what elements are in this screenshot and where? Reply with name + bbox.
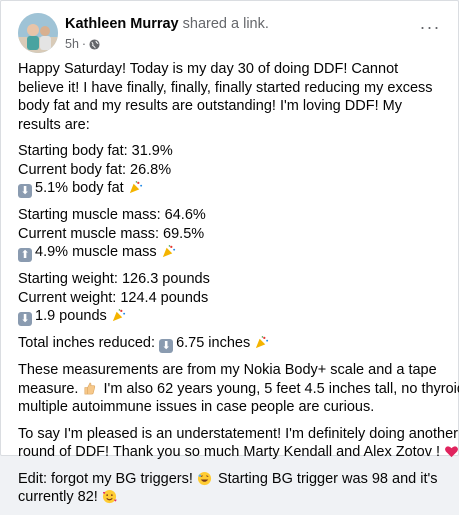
weight-change: ⬇ 1.9 pounds [18, 307, 443, 326]
measure-line-2: measure. [18, 380, 79, 397]
author-name[interactable]: Kathleen Murray [65, 16, 179, 32]
inches-label: Total inches reduced: [18, 335, 156, 351]
party-popper-icon [129, 181, 142, 194]
inches-block: Total inches reduced: ⬇ 6.75 inches [18, 334, 443, 353]
weight-current: Current weight: 124.4 pounds [18, 289, 209, 306]
weight-start: Starting weight: 126.3 pounds [18, 271, 210, 287]
body-fat-change-text: 5.1% body fat [35, 180, 124, 196]
inches-value: 6.75 inches [176, 335, 251, 351]
measure-line-4: multiple autoimmune issues in case peopl… [18, 399, 375, 415]
weight-change-text: 1.9 pounds [35, 308, 107, 324]
post-card: Kathleen Murray shared a link. 5h · ··· … [0, 0, 459, 505]
avatar[interactable] [18, 13, 58, 53]
more-options-button[interactable]: ··· [416, 13, 444, 41]
intro-paragraph: Happy Saturday! Today is my day 30 of do… [18, 61, 433, 133]
thumbs-up-icon [85, 382, 96, 394]
down-arrow-icon: ⬇ [18, 184, 32, 198]
muscle-block: Starting muscle mass: 64.6% Current musc… [18, 206, 443, 262]
party-popper-icon [162, 245, 175, 258]
post-timestamp[interactable]: 5h [65, 37, 79, 51]
party-popper-icon [256, 336, 269, 349]
heart-icon [445, 446, 459, 458]
measure-line-3: I'm also 62 years young, 5 feet 4.5 inch… [103, 380, 459, 397]
party-popper-icon [112, 309, 125, 322]
down-arrow-icon: ⬇ [159, 339, 174, 353]
muscle-change-text: 4.9% muscle mass [35, 244, 157, 260]
edit-paragraph: Edit: forgot my BG triggers! Starting BG… [18, 470, 443, 507]
pleased-line-1: To say I'm pleased is an understatement!… [18, 425, 458, 442]
down-arrow-icon: ⬇ [18, 312, 32, 326]
body-fat-block: Starting body fat: 31.9% Current body fa… [18, 142, 443, 198]
muscle-start: Starting muscle mass: 64.6% [18, 207, 206, 223]
measurements-paragraph: These measurements are from my Nokia Bod… [18, 361, 459, 417]
rofl-emoji-icon [197, 471, 211, 485]
post-author-line: Kathleen Murray shared a link. [65, 16, 269, 32]
weight-block: Starting weight: 126.3 pounds Current we… [18, 270, 443, 326]
post-header: Kathleen Murray shared a link. 5h · ··· [18, 13, 444, 53]
edit-line-2: Starting BG trigger was 98 and it's [217, 470, 438, 487]
smiling-face-with-hearts-icon [102, 489, 117, 504]
post-action-text: shared a link. [182, 16, 269, 32]
edit-line-1: Edit: forgot my BG triggers! [18, 470, 193, 487]
measure-line-1: These measurements are from my Nokia Bod… [18, 362, 437, 378]
muscle-current: Current muscle mass: 69.5% [18, 225, 205, 242]
body-fat-current: Current body fat: 26.8% [18, 161, 172, 178]
globe-icon[interactable] [89, 38, 100, 50]
pleased-line-2: round of DDF! Thank you so much Marty Ke… [18, 444, 441, 460]
up-arrow-icon: ⬆ [18, 248, 32, 262]
body-fat-change: ⬇ 5.1% body fat [18, 179, 443, 198]
post-text: Happy Saturday! Today is my day 30 of do… [18, 60, 459, 515]
edit-line-3: currently 82! [18, 489, 98, 505]
muscle-change: ⬆ 4.9% muscle mass [18, 243, 443, 262]
body-fat-start: Starting body fat: 31.9% [18, 143, 173, 159]
post-meta: 5h · [65, 37, 100, 51]
